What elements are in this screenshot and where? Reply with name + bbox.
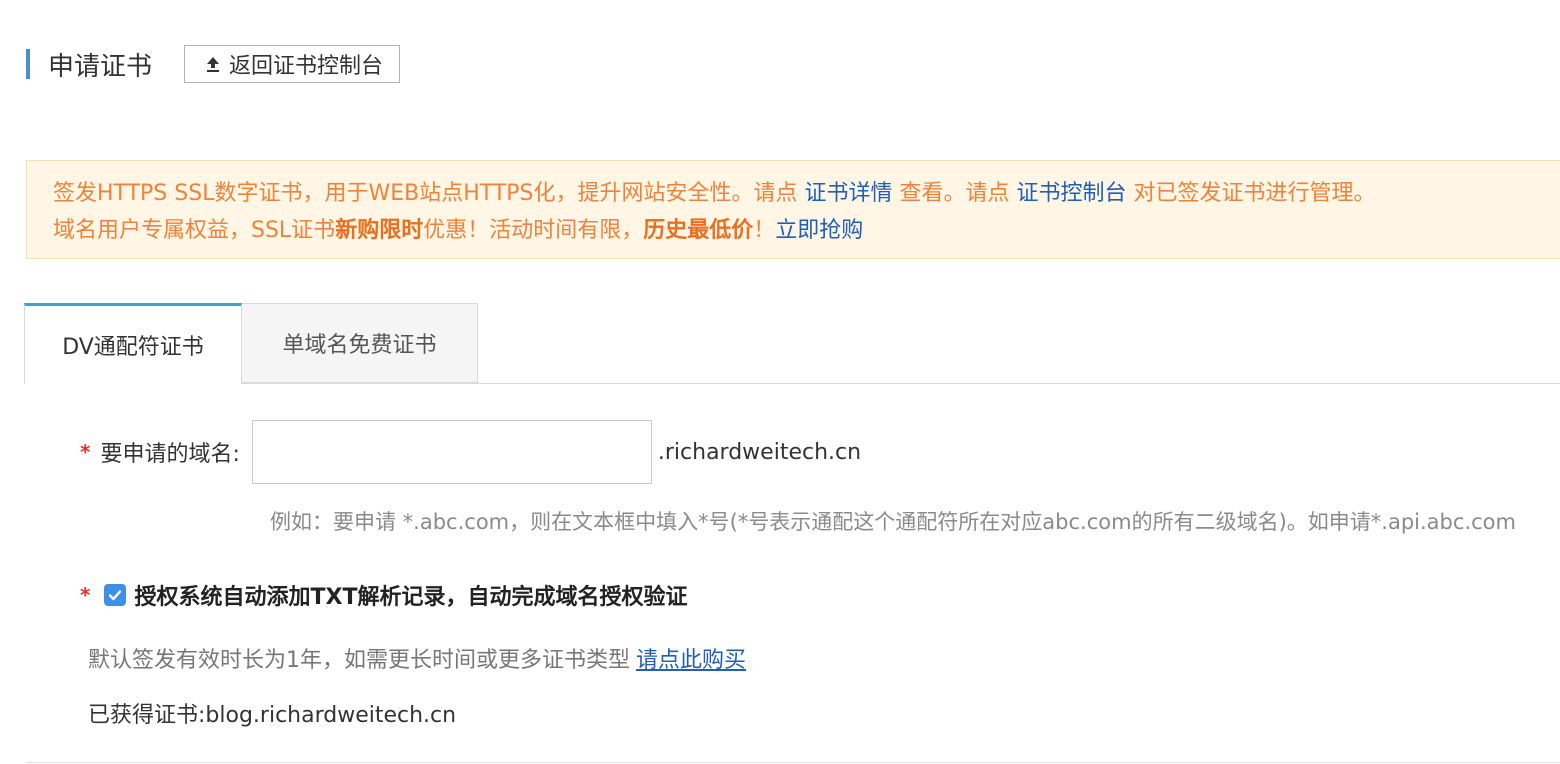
divider — [26, 762, 1560, 763]
buy-more-link[interactable]: 请点此购买 — [636, 648, 746, 673]
required-mark: * — [80, 583, 91, 607]
notice-line-1: 签发HTTPS SSL数字证书，用于WEB站点HTTPS化，提升网站安全性。请点… — [53, 175, 1560, 212]
notice-text: 域名用户专属权益，SSL证书 — [53, 218, 336, 243]
default-validity-row: 默认签发有效时长为1年，如需更长时间或更多证书类型 请点此购买 — [88, 642, 746, 674]
domain-label: 要申请的域名: — [100, 442, 240, 467]
buy-now-link[interactable]: 立即抢购 — [775, 218, 863, 243]
page-header: 申请证书 返回证书控制台 — [26, 44, 401, 84]
obtained-label: 已获得证书: — [88, 703, 206, 728]
notice-bold-text: 新购限时 — [335, 218, 424, 243]
notice-text: 查看。请点 — [892, 181, 1017, 206]
domain-row: * 要申请的域名: .richardweitech.cn — [80, 420, 861, 484]
cert-console-link[interactable]: 证书控制台 — [1016, 181, 1126, 206]
checkmark-icon — [109, 590, 122, 601]
tab-dv-wildcard[interactable]: DV通配符证书 — [24, 303, 242, 384]
title-accent-bar — [26, 49, 30, 79]
auto-txt-row: * 授权系统自动添加TXT解析记录，自动完成域名授权验证 — [80, 580, 687, 610]
cert-type-tabs: DV通配符证书 单域名免费证书 — [24, 303, 1560, 384]
notice-line-2: 域名用户专属权益，SSL证书新购限时优惠！活动时间有限，历史最低价！立即抢购 — [53, 212, 1560, 249]
notice-bold-text: 历史最低价 — [643, 218, 754, 243]
obtained-cert-row: 已获得证书:blog.richardweitech.cn — [88, 697, 456, 729]
required-mark: * — [80, 440, 91, 464]
notice-text: 优惠！活动时间有限， — [423, 218, 644, 243]
tab-single-domain-free[interactable]: 单域名免费证书 — [242, 303, 478, 383]
cert-details-link[interactable]: 证书详情 — [804, 181, 892, 206]
notice-text: ！ — [753, 218, 776, 243]
default-validity-text: 默认签发有效时长为1年，如需更长时间或更多证书类型 — [88, 648, 630, 673]
page-title: 申请证书 — [48, 51, 153, 82]
notice-text: 签发HTTPS SSL数字证书，用于WEB站点HTTPS化，提升网站安全性。请点 — [53, 181, 805, 206]
domain-hint: 例如：要申请 *.abc.com，则在文本框中填入*号(*号表示通配这个通配符所… — [270, 510, 1516, 534]
obtained-value: blog.richardweitech.cn — [205, 703, 457, 728]
domain-suffix: .richardweitech.cn — [657, 439, 862, 465]
auto-txt-label: 授权系统自动添加TXT解析记录，自动完成域名授权验证 — [134, 585, 688, 610]
notice-text: 对已签发证书进行管理。 — [1126, 181, 1376, 206]
back-to-console-button[interactable]: 返回证书控制台 — [184, 45, 401, 83]
upload-arrow-icon — [207, 57, 220, 72]
back-button-label: 返回证书控制台 — [229, 54, 384, 79]
notice-banner: 签发HTTPS SSL数字证书，用于WEB站点HTTPS化，提升网站安全性。请点… — [26, 160, 1560, 259]
auto-txt-checkbox[interactable] — [104, 584, 127, 606]
domain-input[interactable] — [251, 420, 652, 484]
